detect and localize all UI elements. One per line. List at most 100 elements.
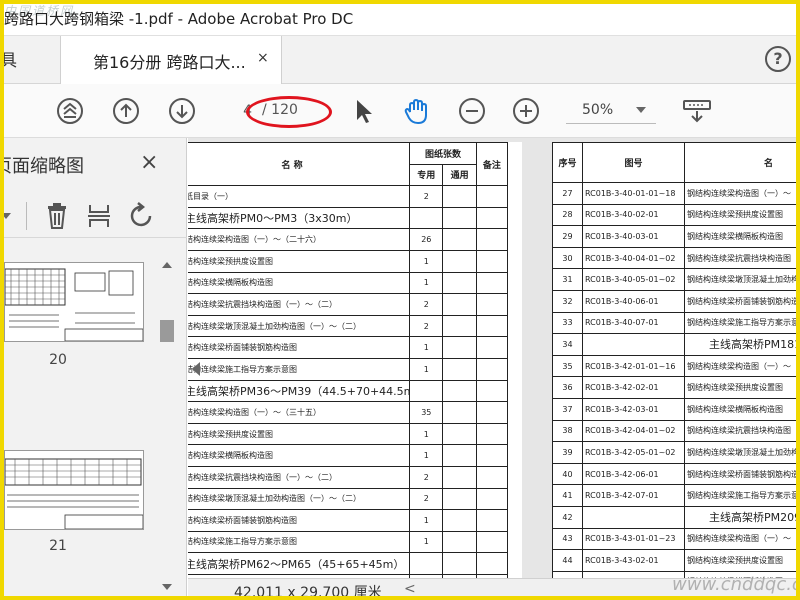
table-row: 35 RC01B-3-42-01-01~16 钢结构连续梁构造图（一）～（十 bbox=[552, 354, 800, 378]
sheet-count: 1 bbox=[409, 530, 444, 554]
help-icon[interactable]: ? bbox=[765, 46, 791, 72]
table-row: 34 主线高架桥PM181～P bbox=[552, 333, 800, 356]
row-seq: 40 bbox=[552, 462, 583, 486]
sheet-count: 1 bbox=[409, 271, 444, 295]
tab-tools[interactable]: 具 bbox=[0, 46, 17, 71]
thumbnail-drawing bbox=[5, 458, 143, 529]
remark-cell bbox=[475, 465, 509, 489]
common-count bbox=[442, 185, 477, 208]
common-count bbox=[442, 530, 477, 554]
remark-cell bbox=[475, 271, 509, 295]
table-row: 钢结构连续梁墩顶混凝土加劲构造图（一）～（二） 2 bbox=[188, 314, 509, 338]
scroll-left-icon[interactable]: < bbox=[404, 581, 416, 597]
table-row: 钢结构连续梁桥面铺装钢筋构造图 1 bbox=[188, 509, 509, 532]
remark-cell bbox=[475, 336, 509, 359]
page-dimensions: 42.011 x 29.700 厘米 bbox=[234, 585, 382, 600]
previous-page-icon[interactable] bbox=[112, 97, 140, 125]
drawing-name: 钢结构连续梁桥面铺装钢筋构造图 bbox=[188, 509, 411, 532]
drawing-code: RC01B-3-40-04-01~02 bbox=[582, 246, 685, 270]
header-remark: 备注 bbox=[475, 141, 509, 187]
sheet-count: 1 bbox=[409, 249, 444, 273]
read-mode-icon[interactable] bbox=[682, 97, 712, 125]
close-panel-icon[interactable]: × bbox=[140, 150, 158, 175]
thumbnail-panel: 页面缩略图 × 20 21 bbox=[0, 138, 187, 600]
zoom-dropdown[interactable]: 50% bbox=[566, 98, 656, 124]
page-thumbnail-20[interactable] bbox=[4, 262, 144, 342]
document-viewport[interactable]: 名 称 图纸张数 备注 专用 通用 图纸目录（一）2主线高架桥PM0～PM3（3… bbox=[188, 138, 800, 578]
drawing-name: 钢结构连续梁施工指导方案示意图 bbox=[188, 357, 411, 381]
drawing-name: 钢结构连续梁墩顶混凝土加劲构造图（一）～（二） bbox=[188, 314, 411, 338]
annotation-ellipse bbox=[246, 96, 332, 128]
tab-document[interactable]: 第16分册 跨路口大... × bbox=[60, 36, 282, 84]
remark-cell bbox=[475, 206, 509, 230]
drawing-name: 钢结构连续梁预拱度设置图 bbox=[188, 249, 411, 273]
scroll-down-icon[interactable] bbox=[161, 582, 173, 592]
drawing-name: 钢结构连续梁桥面铺装钢筋构造图 bbox=[684, 289, 800, 313]
table-row: 40 RC01B-3-42-06-01 钢结构连续梁桥面铺装钢筋构造图 bbox=[552, 462, 800, 486]
extract-pages-icon[interactable] bbox=[86, 202, 112, 230]
drawing-name: 钢结构连续梁构造图（一）～（十 bbox=[684, 354, 800, 378]
zoom-in-icon[interactable] bbox=[512, 97, 540, 125]
sheet-count bbox=[409, 206, 444, 230]
tab-document-label: 第16分册 跨路口大... bbox=[93, 53, 246, 72]
drawing-code bbox=[582, 505, 685, 529]
table-row: 钢结构连续梁施工指导方案示意图 1 bbox=[188, 357, 509, 381]
remark-cell bbox=[475, 228, 509, 251]
common-count bbox=[442, 379, 477, 403]
drawing-name: 钢结构连续梁构造图（一）～（二十六） bbox=[188, 228, 411, 251]
next-page-icon[interactable] bbox=[168, 97, 196, 125]
drawing-name: 钢结构连续梁施工指导方案示意图 bbox=[188, 530, 411, 554]
drawing-name: 钢结构连续梁抗震挡块构造图（一）～ bbox=[684, 246, 800, 270]
first-page-icon[interactable] bbox=[56, 97, 84, 125]
thumbnail-tools bbox=[0, 194, 187, 238]
table-row: 43 RC01B-3-43-01-01~23 钢结构连续梁构造图（一）～（十 bbox=[552, 527, 800, 551]
table-row: 主线高架桥PM36～PM39（44.5+70+44.5m） bbox=[188, 379, 509, 403]
row-seq: 38 bbox=[552, 419, 583, 443]
section-title: 主线高架桥PM181～P bbox=[684, 333, 800, 356]
table-row: 钢结构连续梁构造图（一）～（二十六） 26 bbox=[188, 228, 509, 251]
table-row: 27 RC01B-3-40-01-01~18 钢结构连续梁构造图（一）～（十 bbox=[552, 182, 800, 205]
hand-tool-icon[interactable] bbox=[402, 97, 430, 125]
options-dropdown-icon[interactable] bbox=[0, 210, 12, 222]
row-seq: 29 bbox=[552, 225, 583, 248]
sheet-count: 2 bbox=[409, 465, 444, 489]
header-common: 通用 bbox=[442, 163, 477, 187]
common-count bbox=[442, 336, 477, 359]
table-row: 39RC01B-3-42-05-01~02钢结构连续梁墩顶混凝土加劲构造图 bbox=[552, 441, 800, 464]
table-row: 44 RC01B-3-43-02-01 钢结构连续梁预拱度设置图 bbox=[552, 549, 800, 572]
drawing-code: RC01B-3-40-07-01 bbox=[582, 311, 685, 335]
common-count bbox=[442, 487, 477, 511]
close-tab-icon[interactable]: × bbox=[257, 50, 269, 66]
page-thumbnail-21[interactable] bbox=[4, 450, 144, 530]
collapse-panel-icon[interactable] bbox=[192, 362, 200, 376]
sheet-count bbox=[409, 552, 444, 575]
delete-icon[interactable] bbox=[44, 202, 70, 230]
select-cursor-icon[interactable] bbox=[350, 97, 378, 125]
table-row: 钢结构连续梁施工指导方案示意图 1 bbox=[188, 530, 509, 554]
common-count bbox=[442, 271, 477, 295]
scrollbar-thumb[interactable] bbox=[160, 320, 174, 342]
drawing-name: 钢结构连续梁预拱度设置图 bbox=[684, 549, 800, 572]
drawing-name: 钢结构连续梁构造图（一）～（十 bbox=[684, 527, 800, 551]
row-seq: 36 bbox=[552, 376, 583, 399]
remark-cell bbox=[475, 249, 509, 273]
row-seq: 41 bbox=[552, 484, 583, 507]
zoom-out-icon[interactable] bbox=[458, 97, 486, 125]
drawing-name: 钢结构连续梁构造图（一）～（三十五） bbox=[188, 401, 411, 424]
thumbnail-scrollbar[interactable] bbox=[158, 256, 176, 600]
table-row: 37 RC01B-3-42-03-01 钢结构连续梁横隔板构造图 bbox=[552, 397, 800, 421]
sheet-count: 1 bbox=[409, 336, 444, 359]
common-count bbox=[442, 422, 477, 446]
header-name: 名 bbox=[684, 142, 800, 183]
drawing-name: 钢结构连续梁桥面铺装钢筋构造图 bbox=[684, 462, 800, 486]
remark-cell bbox=[475, 401, 509, 424]
table-row: 钢结构连续梁预拱度设置图1 bbox=[188, 249, 509, 273]
thumbnail-page-number: 20 bbox=[49, 352, 67, 368]
scroll-up-icon[interactable] bbox=[161, 260, 173, 270]
header-name: 名 称 bbox=[188, 141, 411, 187]
common-count bbox=[442, 314, 477, 338]
window-title: 跨路口大跨钢箱梁 -1.pdf - Adobe Acrobat Pro DC bbox=[4, 10, 354, 28]
row-seq: 39 bbox=[552, 441, 583, 464]
rotate-icon[interactable] bbox=[128, 202, 156, 230]
chevron-down-icon bbox=[636, 107, 646, 113]
